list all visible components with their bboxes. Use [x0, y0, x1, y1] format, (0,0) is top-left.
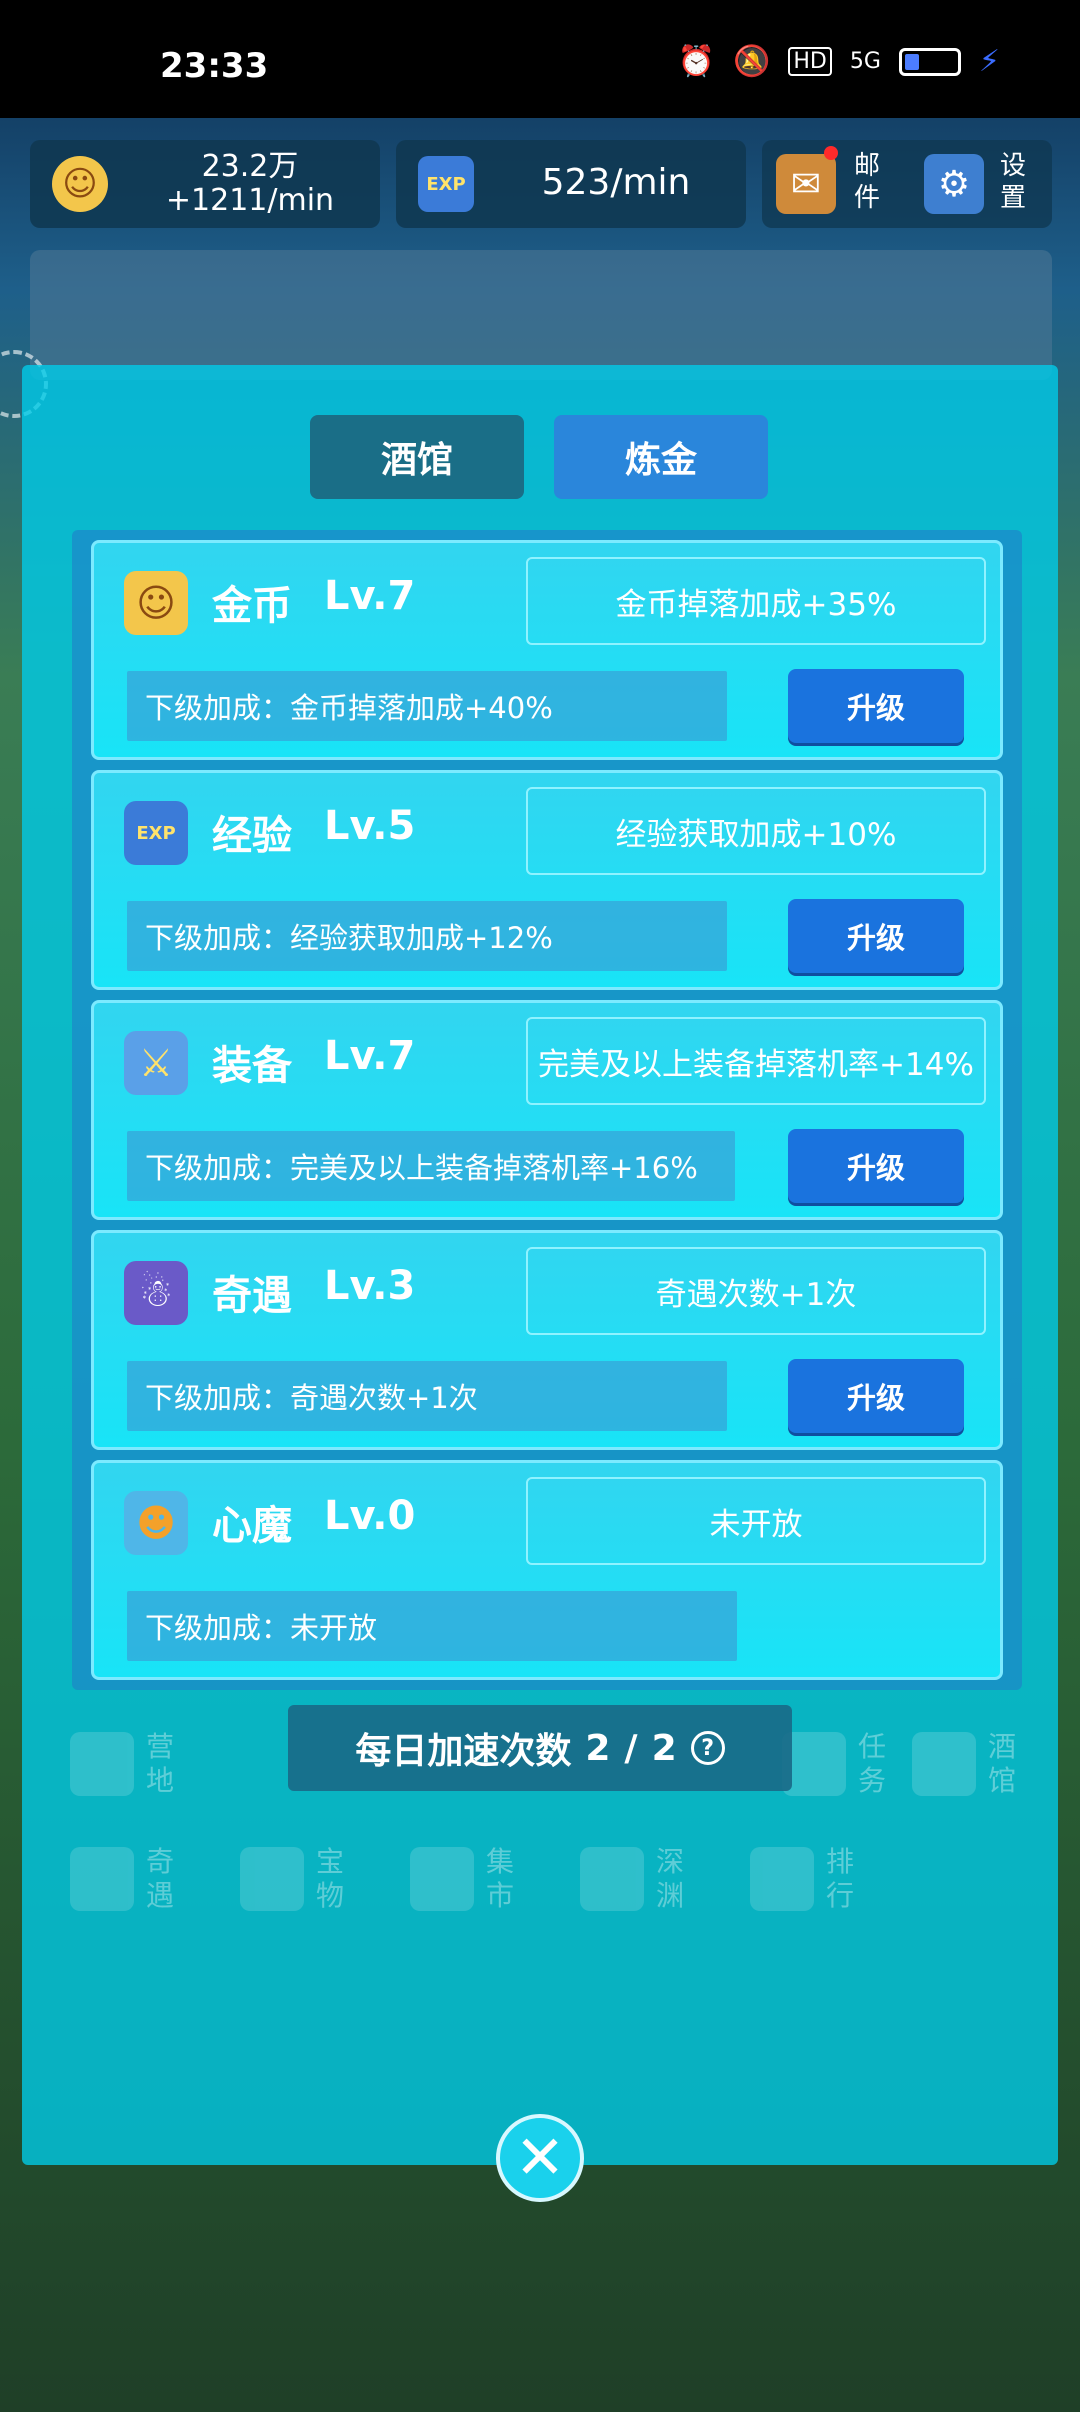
- bonus-list: ☺ 金币 Lv.7 金币掉落加成+35% 下级加成：金币掉落加成+40% 升级 …: [72, 530, 1022, 1690]
- exp-icon: EXP: [418, 156, 474, 212]
- bonus-card-exp: EXP 经验 Lv.5 经验获取加成+10% 下级加成：经验获取加成+12% 升…: [91, 770, 1003, 990]
- bonus-card-equipment: ⚔ 装备 Lv.7 完美及以上装备掉落机率+14% 下级加成：完美及以上装备掉落…: [91, 1000, 1003, 1220]
- next-bonus: 下级加成：奇遇次数+1次: [127, 1361, 727, 1431]
- status-time: 23:33: [160, 46, 269, 86]
- hud-actions: ✉ 邮件 ⚙ 设置: [762, 140, 1052, 228]
- bg-menu-adventure: 奇遇: [70, 1845, 176, 1913]
- next-bonus: 下级加成：经验获取加成+12%: [127, 901, 727, 971]
- card-level: Lv.0: [324, 1493, 416, 1539]
- speedup-current: 2: [585, 1727, 611, 1769]
- bg-menu-abyss: 深渊: [580, 1845, 686, 1913]
- card-name: 心魔: [212, 1503, 292, 1549]
- card-level: Lv.7: [324, 573, 416, 619]
- tavern-icon: [912, 1732, 976, 1796]
- bg-menu-tavern: 酒馆: [912, 1730, 1018, 1798]
- status-icons: ⏰ 🔕 HD 5G ⚡: [678, 44, 1000, 79]
- upgrade-button[interactable]: 升级: [788, 669, 964, 743]
- adventure-icon: ☃: [124, 1261, 188, 1325]
- upgrade-panel: 酒馆 炼金 ☺ 金币 Lv.7 金币掉落加成+35% 下级加成：金币掉落加成+4…: [22, 365, 1058, 2165]
- gold-counter: ☺ 23.2万 +1211/min: [30, 140, 380, 228]
- current-bonus: 未开放: [526, 1477, 986, 1565]
- current-bonus: 奇遇次数+1次: [526, 1247, 986, 1335]
- next-bonus: 下级加成：金币掉落加成+40%: [127, 671, 727, 741]
- bonus-card-gold: ☺ 金币 Lv.7 金币掉落加成+35% 下级加成：金币掉落加成+40% 升级: [91, 540, 1003, 760]
- card-level: Lv.3: [324, 1263, 416, 1309]
- card-name: 经验: [212, 813, 292, 859]
- upgrade-button[interactable]: 升级: [788, 1129, 964, 1203]
- help-icon[interactable]: ?: [690, 1731, 725, 1765]
- bg-menu-camp: 营地: [70, 1730, 176, 1798]
- gear-icon[interactable]: ⚙: [924, 154, 984, 214]
- current-bonus: 完美及以上装备掉落机率+14%: [526, 1017, 986, 1105]
- gold-amount: 23.2万: [201, 149, 299, 184]
- gold-coin-icon: ☺: [124, 571, 188, 635]
- mute-icon: 🔕: [733, 44, 771, 79]
- exp-book-icon: EXP: [124, 801, 188, 865]
- speedup-label: 每日加速次数: [355, 1731, 572, 1772]
- speedup-max: 2: [651, 1727, 677, 1769]
- charging-icon: ⚡: [978, 44, 1000, 79]
- bonus-card-heart-demon: ☻ 心魔 Lv.0 未开放 下级加成：未开放: [91, 1460, 1003, 1680]
- settings-label[interactable]: 设置: [998, 150, 1028, 214]
- card-name: 金币: [212, 583, 292, 629]
- tab-alchemy[interactable]: 炼金: [554, 415, 768, 499]
- heart-demon-icon: ☻: [124, 1491, 188, 1555]
- battery-icon: [898, 47, 961, 76]
- bg-menu-task: 任务: [782, 1730, 888, 1798]
- current-bonus: 金币掉落加成+35%: [526, 557, 986, 645]
- next-bonus: 下级加成：未开放: [127, 1591, 737, 1661]
- card-level: Lv.7: [324, 1033, 416, 1079]
- tab-tavern[interactable]: 酒馆: [310, 415, 524, 499]
- speedup-separator: /: [624, 1727, 638, 1769]
- upgrade-button[interactable]: 升级: [788, 1359, 964, 1433]
- treasure-icon: [240, 1847, 304, 1911]
- status-bar: 23:33 ⏰ 🔕 HD 5G ⚡: [0, 0, 1080, 118]
- card-name: 奇遇: [212, 1273, 292, 1319]
- upgrade-button[interactable]: 升级: [788, 899, 964, 973]
- background-hero-strip: [30, 250, 1052, 380]
- bonus-card-adventure: ☃ 奇遇 Lv.3 奇遇次数+1次 下级加成：奇遇次数+1次 升级: [91, 1230, 1003, 1450]
- exp-counter: EXP 523/min: [396, 140, 746, 228]
- card-name: 装备: [212, 1043, 292, 1089]
- next-bonus: 下级加成：完美及以上装备掉落机率+16%: [127, 1131, 735, 1201]
- bg-menu-ranking: 排行: [750, 1845, 856, 1913]
- gold-avatar-icon: ☺: [52, 156, 108, 212]
- camp-icon: [70, 1732, 134, 1796]
- adventure-menu-icon: [70, 1847, 134, 1911]
- notification-dot: [824, 146, 838, 160]
- close-button[interactable]: ✕: [496, 2114, 584, 2202]
- hd-icon: HD: [788, 47, 832, 76]
- card-level: Lv.5: [324, 803, 416, 849]
- market-icon: [410, 1847, 474, 1911]
- daily-speedup-counter: 每日加速次数 2 / 2 ?: [288, 1705, 792, 1791]
- exp-rate: 523/min: [541, 162, 691, 203]
- gold-rate: +1211/min: [165, 183, 335, 218]
- alarm-icon: ⏰: [677, 44, 716, 79]
- current-bonus: 经验获取加成+10%: [526, 787, 986, 875]
- bg-menu-treasure: 宝物: [240, 1845, 346, 1913]
- mail-icon[interactable]: ✉: [776, 154, 836, 214]
- sword-shield-icon: ⚔: [124, 1031, 188, 1095]
- abyss-icon: [580, 1847, 644, 1911]
- signal-icon: 5G: [849, 49, 881, 74]
- ranking-icon: [750, 1847, 814, 1911]
- bg-menu-market: 集市: [410, 1845, 516, 1913]
- mail-label[interactable]: 邮件: [852, 150, 882, 214]
